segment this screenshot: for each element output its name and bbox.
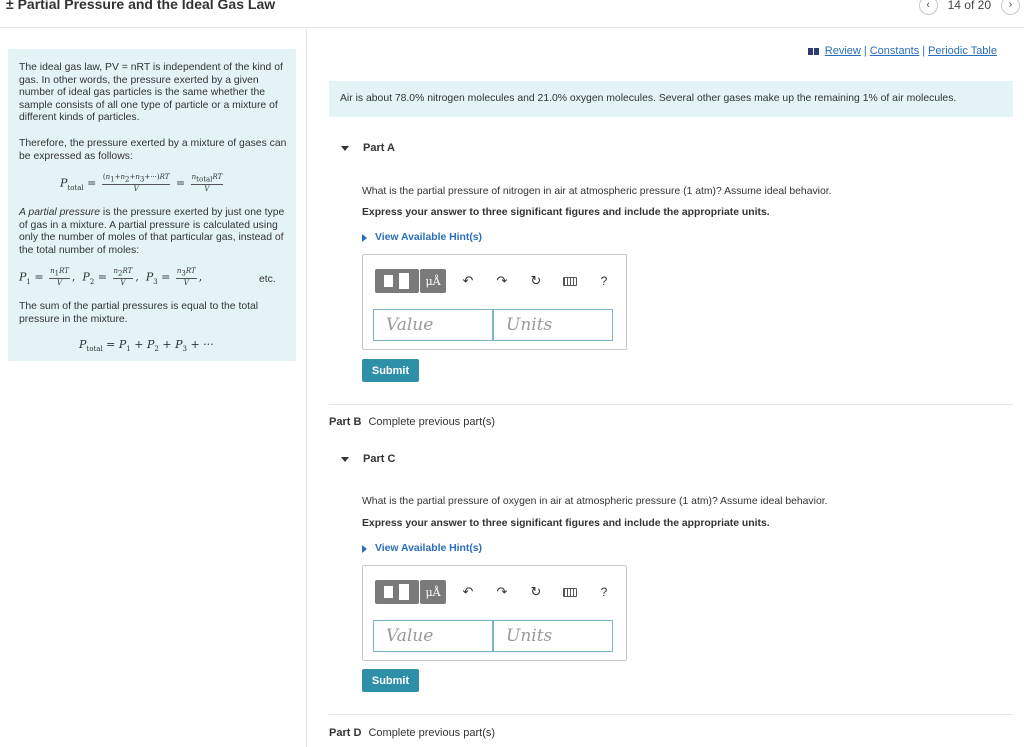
part-a-toolbar: μÅ ↶ ↷ ↻ ? — [375, 267, 616, 295]
undo-icon[interactable]: ↶ — [456, 580, 480, 604]
template-icon[interactable] — [375, 580, 419, 604]
part-a-header[interactable]: Part A — [341, 142, 395, 154]
redo-icon[interactable]: ↷ — [490, 269, 514, 293]
constants-link[interactable]: Constants — [870, 45, 920, 57]
mixture-paragraph: Therefore, the pressure exerted by a mix… — [19, 138, 287, 162]
sum-formula: Ptotal = P1 + P2 + P3 + ··· — [79, 338, 214, 354]
part-c-submit-button[interactable]: Submit — [362, 669, 419, 692]
part-c-value-input[interactable]: Value — [373, 620, 493, 652]
part-a-hint-label: View Available Hint(s) — [375, 232, 483, 243]
help-icon[interactable]: ? — [592, 269, 616, 293]
column-divider — [306, 28, 307, 747]
help-icon[interactable]: ? — [592, 580, 616, 604]
units-mu-icon[interactable]: μÅ — [420, 580, 446, 604]
part-c-hint-toggle[interactable]: View Available Hint(s) — [362, 543, 482, 554]
part-c-hint-label: View Available Hint(s) — [375, 543, 483, 554]
part-d-label: Part D — [329, 727, 362, 739]
reset-icon[interactable]: ↻ — [524, 269, 548, 293]
part-a-value-input[interactable]: Value — [373, 309, 493, 341]
prev-item-button[interactable]: ‹ — [918, 0, 938, 15]
part-a-submit-button[interactable]: Submit — [362, 359, 419, 382]
part-a-answer-box: μÅ ↶ ↷ ↻ ? Value Units — [362, 254, 627, 350]
caret-down-icon — [341, 145, 349, 151]
book-icon — [807, 47, 819, 55]
caret-right-icon — [362, 233, 367, 242]
redo-icon[interactable]: ↷ — [490, 580, 514, 604]
part-b-label: Part B — [329, 416, 362, 428]
units-mu-icon[interactable]: μÅ — [420, 269, 446, 293]
part-c-answer-box: μÅ ↶ ↷ ↻ ? Value Units — [362, 565, 627, 661]
reset-icon[interactable]: ↻ — [524, 580, 548, 604]
part-c-header[interactable]: Part C — [341, 453, 395, 465]
keyboard-icon[interactable] — [558, 269, 582, 293]
undo-icon[interactable]: ↶ — [456, 269, 480, 293]
divider — [329, 404, 1013, 405]
partial-pressure-formulas: P1 = n1RT V, P2 = n2RT V, P3 = n3RT V, — [19, 267, 203, 288]
part-a-instruction: Express your answer to three significant… — [362, 207, 770, 218]
periodic-table-link[interactable]: Periodic Table — [928, 45, 997, 57]
part-c-title: Part C — [363, 453, 396, 465]
part-c-question: What is the partial pressure of oxygen i… — [362, 496, 828, 507]
review-link[interactable]: Review — [825, 45, 861, 57]
partial-pressure-term: A partial pressure — [19, 207, 101, 218]
next-item-button[interactable]: › — [1001, 0, 1020, 15]
part-d-status: Complete previous part(s) — [368, 727, 496, 739]
problem-intro: Air is about 78.0% nitrogen molecules an… — [329, 81, 1013, 117]
keyboard-icon[interactable] — [558, 580, 582, 604]
part-a-title: Part A — [363, 142, 395, 154]
caret-down-icon — [341, 456, 349, 462]
link-separator: | — [922, 45, 926, 57]
part-d-row: Part D Complete previous part(s) — [329, 727, 495, 739]
resource-links: Review | Constants | Periodic Table — [807, 45, 997, 57]
pager-count: 14 of 20 — [947, 0, 991, 12]
sum-paragraph: The sum of the partial pressures is equa… — [19, 301, 259, 325]
link-separator: | — [863, 45, 867, 57]
part-a-hint-toggle[interactable]: View Available Hint(s) — [362, 232, 482, 243]
part-b-row: Part B Complete previous part(s) — [329, 416, 495, 428]
partial-pressure-paragraph: A partial pressure is the pressure exert… — [19, 207, 287, 257]
info-panel: The ideal gas law, PV = nRT is independe… — [8, 49, 296, 361]
page-title: ± Partial Pressure and the Ideal Gas Law — [6, 0, 276, 12]
part-a-question: What is the partial pressure of nitrogen… — [362, 186, 832, 197]
part-b-status: Complete previous part(s) — [368, 416, 496, 428]
caret-right-icon — [362, 544, 367, 553]
ideal-gas-law-paragraph: The ideal gas law, PV = nRT is independe… — [19, 62, 283, 124]
top-divider — [0, 27, 1024, 28]
part-c-units-input[interactable]: Units — [493, 620, 613, 652]
part-a-units-input[interactable]: Units — [493, 309, 613, 341]
template-icon[interactable] — [375, 269, 419, 293]
total-pressure-formula: Ptotal = (n1+n2+n3+···)RT V = ntotalRT V — [60, 173, 224, 194]
divider — [329, 714, 1013, 715]
top-bar: ± Partial Pressure and the Ideal Gas Law… — [0, 0, 1024, 15]
pager: ‹ 14 of 20 › — [918, 0, 1020, 15]
part-c-instruction: Express your answer to three significant… — [362, 518, 770, 529]
etc-label: etc. — [259, 274, 276, 285]
part-c-toolbar: μÅ ↶ ↷ ↻ ? — [375, 578, 616, 606]
